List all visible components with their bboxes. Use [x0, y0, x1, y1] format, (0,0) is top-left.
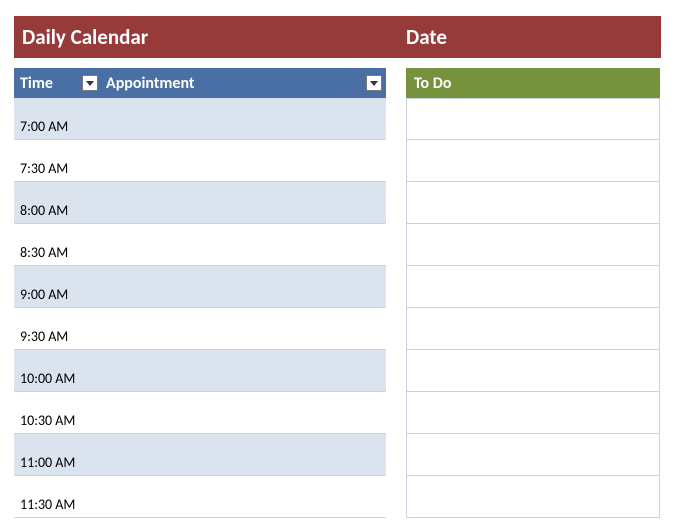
- schedule-row[interactable]: 11:00 AM: [14, 434, 386, 476]
- todo-cell[interactable]: [406, 308, 660, 350]
- schedule-row[interactable]: 8:30 AM: [14, 224, 386, 266]
- time-cell: 10:30 AM: [14, 412, 102, 429]
- todo-cell[interactable]: [406, 476, 660, 518]
- schedule-row[interactable]: 10:30 AM: [14, 392, 386, 434]
- time-cell: 11:00 AM: [14, 454, 102, 471]
- time-column-header: Time: [14, 68, 102, 98]
- todo-header: To Do: [406, 68, 660, 98]
- time-cell: 9:30 AM: [14, 328, 102, 345]
- schedule-row[interactable]: 11:30 AM: [14, 476, 386, 518]
- time-cell: 11:30 AM: [14, 496, 102, 513]
- schedule-row[interactable]: 8:00 AM: [14, 182, 386, 224]
- schedule-row[interactable]: 9:00 AM: [14, 266, 386, 308]
- todo-cell[interactable]: [406, 98, 660, 140]
- time-cell: 8:00 AM: [14, 202, 102, 219]
- appointment-filter-dropdown-icon[interactable]: [366, 75, 382, 91]
- todo-cell[interactable]: [406, 224, 660, 266]
- header-title-right: Date: [386, 24, 447, 50]
- schedule-row[interactable]: 9:30 AM: [14, 308, 386, 350]
- time-cell: 10:00 AM: [14, 370, 102, 387]
- schedule-row[interactable]: 7:30 AM: [14, 140, 386, 182]
- schedule-column: Time Appointment 7:00 AM 7:30 AM 8:00 AM 8:…: [14, 68, 386, 518]
- schedule-header: Time Appointment: [14, 68, 386, 98]
- schedule-row[interactable]: 7:00 AM: [14, 98, 386, 140]
- time-filter-dropdown-icon[interactable]: [82, 75, 98, 91]
- time-cell: 8:30 AM: [14, 244, 102, 261]
- todo-cell[interactable]: [406, 140, 660, 182]
- header-title-left: Daily Calendar: [14, 24, 386, 50]
- appointment-header-label: Appointment: [106, 74, 194, 93]
- content-area: Time Appointment 7:00 AM 7:30 AM 8:00 AM 8:…: [14, 68, 661, 518]
- todo-header-label: To Do: [414, 74, 451, 93]
- schedule-row[interactable]: 10:00 AM: [14, 350, 386, 392]
- todo-cell[interactable]: [406, 434, 660, 476]
- appointment-column-header: Appointment: [102, 68, 386, 98]
- schedule-rows: 7:00 AM 7:30 AM 8:00 AM 8:30 AM 9:00 AM 9:30 …: [14, 98, 386, 518]
- header-bar: Daily Calendar Date: [14, 16, 661, 58]
- todo-rows: [406, 98, 660, 518]
- time-header-label: Time: [20, 74, 53, 93]
- column-gap: [386, 68, 406, 518]
- todo-cell[interactable]: [406, 182, 660, 224]
- calendar-page: Daily Calendar Date Time Appointment: [0, 0, 675, 518]
- todo-cell[interactable]: [406, 266, 660, 308]
- time-cell: 9:00 AM: [14, 286, 102, 303]
- todo-column: To Do: [406, 68, 660, 518]
- todo-cell[interactable]: [406, 350, 660, 392]
- time-cell: 7:00 AM: [14, 118, 102, 135]
- todo-cell[interactable]: [406, 392, 660, 434]
- time-cell: 7:30 AM: [14, 160, 102, 177]
